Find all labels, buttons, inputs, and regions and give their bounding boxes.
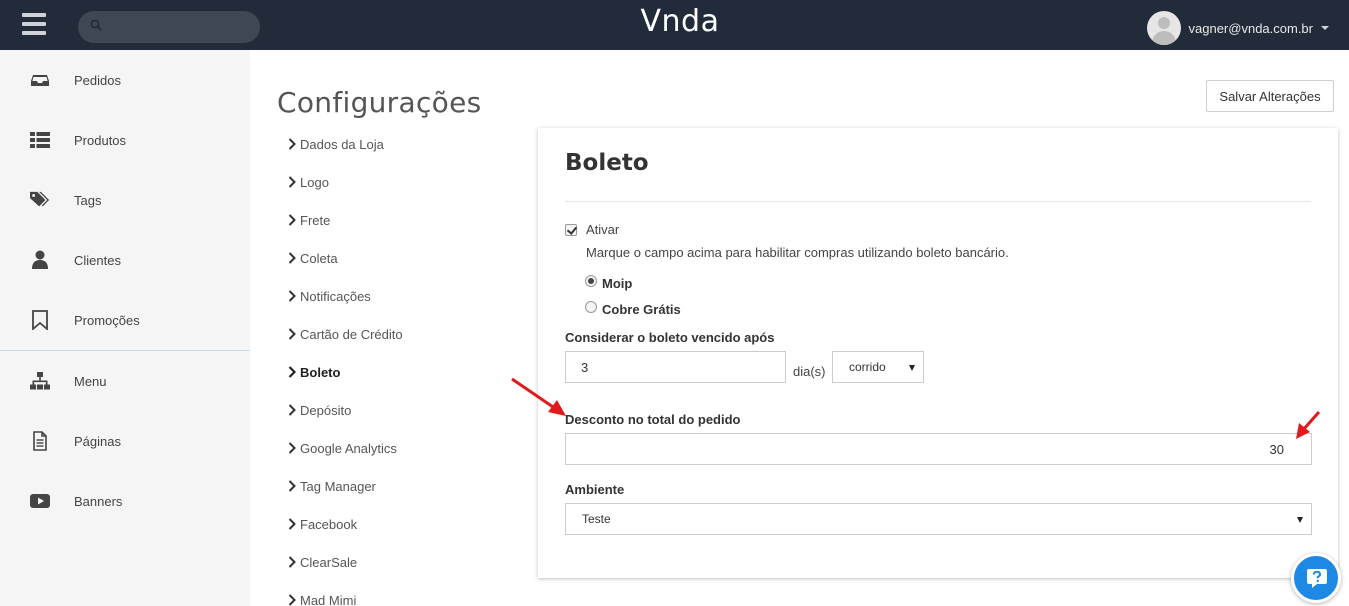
sidebar-item-tags[interactable]: Tags	[0, 170, 250, 230]
config-item-logo[interactable]: Logo	[288, 172, 329, 192]
discount-label: Desconto no total do pedido	[565, 412, 741, 427]
config-item-label: Depósito	[300, 402, 352, 418]
sidebar-item-produtos[interactable]: Produtos	[0, 110, 250, 170]
radio-moip[interactable]	[585, 275, 597, 287]
top-bar: Vnda vagner@vnda.com.br	[0, 0, 1349, 50]
config-item-deposito[interactable]: Depósito	[288, 400, 351, 420]
config-item-label: ClearSale	[300, 554, 358, 570]
list-icon	[30, 132, 50, 148]
config-item-cartao-de-credito[interactable]: Cartão de Crédito	[288, 324, 403, 344]
due-unit-label: dia(s)	[793, 364, 826, 379]
avatar	[1146, 11, 1181, 45]
inbox-icon	[31, 75, 49, 86]
radio-moip-label: Moip	[602, 276, 633, 291]
config-item-facebook[interactable]: Facebook	[288, 514, 357, 534]
config-item-label: Google Analytics	[300, 440, 397, 456]
config-item-mad-mimi[interactable]: Mad Mimi	[288, 590, 356, 606]
config-item-label: Boleto	[300, 364, 341, 380]
activate-checkbox[interactable]	[565, 224, 577, 236]
config-item-label: Mad Mimi	[300, 592, 357, 606]
discount-input[interactable]	[565, 433, 1312, 465]
file-icon	[33, 431, 47, 451]
sidebar-item-menu[interactable]: Menu	[0, 351, 250, 411]
chevron-right-icon	[288, 442, 296, 454]
help-chat-button[interactable]	[1291, 553, 1341, 603]
sidebar-item-label: Tags	[74, 192, 102, 208]
youtube-play-icon	[30, 494, 50, 508]
search-icon	[90, 19, 102, 31]
sidebar-item-clientes[interactable]: Clientes	[0, 230, 250, 290]
chevron-right-icon	[288, 366, 296, 378]
chevron-right-icon	[288, 176, 296, 188]
panel-title: Boleto	[565, 150, 649, 176]
page-title: Configurações	[277, 86, 482, 119]
config-item-label: Coleta	[300, 250, 338, 266]
sidebar-item-paginas[interactable]: Páginas	[0, 411, 250, 471]
bookmark-icon	[32, 310, 48, 330]
env-select[interactable]: Teste	[565, 503, 1312, 535]
config-item-label: Tag Manager	[300, 478, 376, 494]
tags-icon	[30, 191, 50, 207]
activate-help-text: Marque o campo acima para habilitar comp…	[586, 245, 1009, 260]
sidebar-item-label: Produtos	[74, 132, 127, 148]
chevron-right-icon	[288, 214, 296, 226]
caret-down-icon	[1321, 26, 1329, 30]
sidebar-item-label: Menu	[74, 373, 107, 389]
sidebar: Pedidos Produtos Tags Clientes Promoções	[0, 50, 250, 606]
caret-down-icon	[909, 365, 915, 371]
sidebar-item-label: Banners	[74, 493, 123, 509]
user-icon	[32, 250, 48, 269]
user-menu[interactable]: vagner@vnda.com.br	[1146, 10, 1329, 46]
sidebar-item-label: Pedidos	[74, 72, 121, 88]
config-item-label: Facebook	[300, 516, 358, 532]
chevron-right-icon	[288, 252, 296, 264]
config-item-label: Notificações	[300, 288, 371, 304]
chevron-right-icon	[288, 556, 296, 568]
save-button[interactable]: Salvar Alterações	[1206, 80, 1334, 112]
config-item-clearsale[interactable]: ClearSale	[288, 552, 357, 572]
config-item-label: Logo	[300, 174, 329, 190]
chevron-right-icon	[288, 480, 296, 492]
config-item-tag-manager[interactable]: Tag Manager	[288, 476, 376, 496]
due-type-value: corrido	[849, 360, 886, 374]
config-item-frete[interactable]: Frete	[288, 210, 330, 230]
chevron-right-icon	[288, 328, 296, 340]
chevron-right-icon	[288, 290, 296, 302]
radio-cobre-gratis[interactable]	[585, 301, 597, 313]
search-input[interactable]	[78, 11, 260, 43]
sidebar-item-banners[interactable]: Banners	[0, 471, 250, 531]
radio-cobre-gratis-label: Cobre Grátis	[602, 302, 681, 317]
boleto-panel: Boleto Ativar Marque o campo acima para …	[538, 128, 1338, 578]
config-item-google-analytics[interactable]: Google Analytics	[288, 438, 397, 458]
config-item-label: Cartão de Crédito	[300, 326, 403, 342]
config-item-label: Dados da Loja	[300, 136, 384, 152]
config-item-dados-da-loja[interactable]: Dados da Loja	[288, 134, 384, 154]
brand-logo[interactable]: Vnda	[620, 4, 740, 39]
user-email: vagner@vnda.com.br	[1188, 20, 1313, 36]
sidebar-item-promocoes[interactable]: Promoções	[0, 290, 250, 350]
chevron-right-icon	[288, 404, 296, 416]
chevron-right-icon	[288, 138, 296, 150]
activate-label: Ativar	[586, 222, 620, 237]
env-value: Teste	[582, 512, 611, 526]
config-item-boleto[interactable]: Boleto	[288, 362, 340, 382]
env-label: Ambiente	[565, 482, 625, 497]
divider	[565, 201, 1311, 202]
sidebar-item-label: Páginas	[74, 433, 121, 449]
config-item-label: Frete	[300, 212, 331, 228]
sidebar-item-label: Clientes	[74, 252, 121, 268]
sitemap-icon	[30, 372, 50, 390]
help-chat-icon	[1307, 569, 1327, 588]
due-label: Considerar o boleto vencido após	[565, 330, 775, 345]
chevron-right-icon	[288, 594, 296, 606]
hamburger-menu-icon[interactable]	[22, 13, 46, 35]
sidebar-item-pedidos[interactable]: Pedidos	[0, 50, 250, 110]
config-item-coleta[interactable]: Coleta	[288, 248, 338, 268]
caret-down-icon	[1297, 517, 1303, 523]
config-item-notificacoes[interactable]: Notificações	[288, 286, 371, 306]
sidebar-item-label: Promoções	[74, 312, 140, 328]
chevron-right-icon	[288, 518, 296, 530]
due-type-select[interactable]: corrido	[832, 351, 924, 383]
due-days-input[interactable]	[565, 351, 786, 383]
